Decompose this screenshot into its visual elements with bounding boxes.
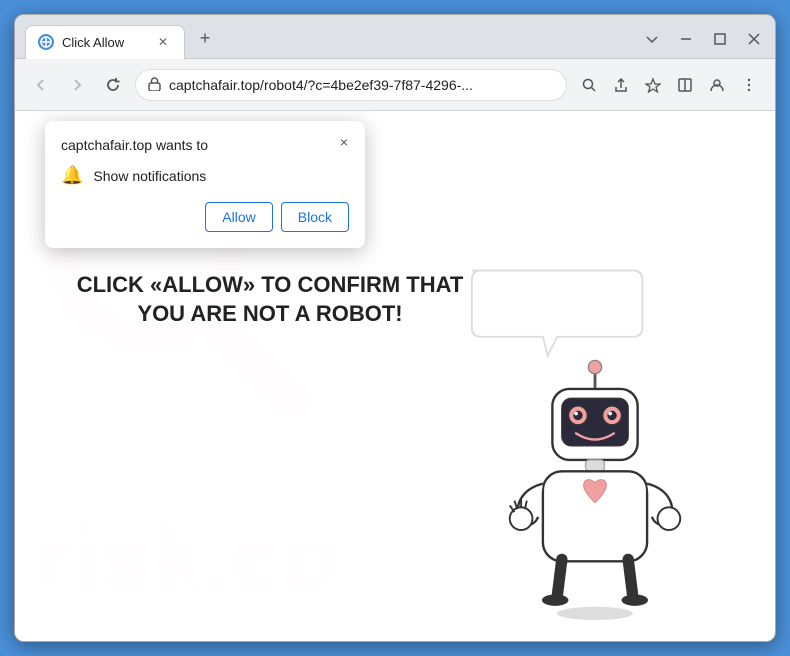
block-button[interactable]: Block — [281, 202, 349, 232]
toolbar-icons — [575, 71, 763, 99]
popup-title: captchafair.top wants to — [61, 137, 349, 153]
forward-button[interactable] — [63, 71, 91, 99]
menu-icon[interactable] — [735, 71, 763, 99]
minimize-button[interactable] — [675, 28, 697, 50]
lock-icon — [148, 76, 161, 94]
close-window-button[interactable] — [743, 28, 765, 50]
url-text: captchafair.top/robot4/?c=4be2ef39-7f87-… — [169, 77, 554, 93]
popup-close-button[interactable]: × — [333, 131, 355, 153]
share-icon[interactable] — [607, 71, 635, 99]
notification-popup: captchafair.top wants to × 🔔 Show notifi… — [45, 121, 365, 248]
collapse-button[interactable] — [641, 28, 663, 50]
back-button[interactable] — [27, 71, 55, 99]
tab-title-text: Click Allow — [62, 35, 124, 50]
new-tab-button[interactable]: + — [191, 25, 219, 53]
main-page-text: CLICK «ALLOW» TO CONFIRM THAT YOU ARE NO… — [55, 271, 485, 328]
bookmark-icon[interactable] — [639, 71, 667, 99]
window-controls — [641, 28, 765, 50]
watermark-text: risk.co — [35, 508, 339, 611]
tab-close-button[interactable]: ✕ — [154, 33, 172, 51]
title-bar: Click Allow ✕ + — [15, 15, 775, 59]
popup-buttons: Allow Block — [61, 202, 349, 232]
notification-label: Show notifications — [93, 168, 206, 184]
url-bar[interactable]: captchafair.top/robot4/?c=4be2ef39-7f87-… — [135, 69, 567, 101]
notification-row: 🔔 Show notifications — [61, 165, 349, 186]
tab-favicon — [38, 34, 54, 50]
split-view-icon[interactable] — [671, 71, 699, 99]
page-content: risk.co captchafair.top wants to × 🔔 Sho… — [15, 111, 775, 641]
bell-icon: 🔔 — [61, 165, 83, 186]
refresh-button[interactable] — [99, 71, 127, 99]
search-icon[interactable] — [575, 71, 603, 99]
robot-svg — [455, 261, 735, 621]
profile-icon[interactable] — [703, 71, 731, 99]
browser-tab[interactable]: Click Allow ✕ — [25, 25, 185, 59]
maximize-button[interactable] — [709, 28, 731, 50]
robot-character — [455, 261, 735, 621]
address-bar: captchafair.top/robot4/?c=4be2ef39-7f87-… — [15, 59, 775, 111]
allow-button[interactable]: Allow — [205, 202, 272, 232]
browser-window: Click Allow ✕ + — [14, 14, 776, 642]
captcha-instruction: CLICK «ALLOW» TO CONFIRM THAT YOU ARE NO… — [55, 271, 485, 328]
